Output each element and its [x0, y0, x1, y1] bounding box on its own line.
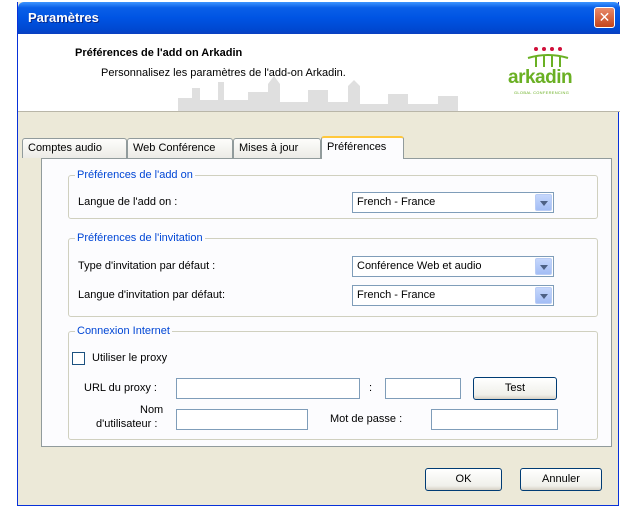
- chevron-down-icon[interactable]: [535, 287, 552, 304]
- username-input[interactable]: [176, 409, 308, 430]
- settings-dialog: Paramètres ✕ Préférences de l'add on Ark…: [17, 2, 620, 506]
- cancel-button-label: Annuler: [542, 473, 580, 485]
- proxy-port-input[interactable]: [385, 378, 461, 399]
- ok-button[interactable]: OK: [425, 468, 502, 491]
- tab-label: Web Conférence: [133, 142, 216, 154]
- title-bar[interactable]: Paramètres ✕: [18, 2, 620, 34]
- close-icon: ✕: [598, 9, 611, 25]
- username-label-line2: d'utilisateur :: [96, 418, 158, 430]
- test-button-label: Test: [504, 382, 526, 394]
- tab-label: Comptes audio: [28, 142, 102, 154]
- tab-comptes-audio[interactable]: Comptes audio: [22, 138, 127, 158]
- tab-label: Préférences: [327, 141, 387, 153]
- invitation-type-select[interactable]: Conférence Web et audio: [352, 256, 554, 277]
- addon-language-label: Langue de l'add on :: [78, 196, 178, 208]
- tab-web-conference[interactable]: Web Conférence: [127, 138, 233, 158]
- invitation-type-value: Conférence Web et audio: [357, 260, 482, 272]
- password-input[interactable]: [431, 409, 558, 430]
- chevron-down-icon[interactable]: [535, 194, 552, 211]
- logo-tagline: GLOBAL CONFERENCING: [514, 90, 570, 95]
- invitation-type-label: Type d'invitation par défaut :: [78, 260, 216, 272]
- proxy-url-input[interactable]: [176, 378, 360, 399]
- addon-language-value: French - France: [357, 196, 436, 208]
- tab-label: Mises à jour: [239, 142, 299, 154]
- ok-button-label: OK: [455, 473, 472, 485]
- port-separator: :: [369, 382, 373, 394]
- tab-mises-a-jour[interactable]: Mises à jour: [233, 138, 321, 158]
- use-proxy-label: Utiliser le proxy: [92, 352, 168, 364]
- password-label: Mot de passe :: [330, 413, 403, 425]
- proxy-url-label: URL du proxy :: [84, 382, 157, 394]
- header-subtitle: Personnalisez les paramètres de l'add-on…: [101, 67, 346, 79]
- invitation-language-label: Langue d'invitation par défaut:: [78, 289, 226, 301]
- test-button[interactable]: Test: [473, 377, 557, 400]
- addon-language-select[interactable]: French - France: [352, 192, 554, 213]
- addon-preferences-legend: Préférences de l'add on: [77, 169, 193, 181]
- arkadin-logo: arkadin GLOBAL CONFERENCING: [494, 46, 604, 104]
- invitation-language-select[interactable]: French - France: [352, 285, 554, 306]
- use-proxy-checkbox[interactable]: [72, 352, 85, 365]
- window-title: Paramètres: [28, 10, 99, 25]
- chevron-down-icon[interactable]: [535, 258, 552, 275]
- close-button[interactable]: ✕: [594, 7, 615, 28]
- preferences-panel: Préférences de l'add on Langue de l'add …: [41, 158, 612, 447]
- username-label-line1: Nom: [140, 404, 164, 416]
- cancel-button[interactable]: Annuler: [520, 468, 602, 491]
- tab-preferences[interactable]: Préférences: [321, 136, 404, 159]
- logo-text: arkadin: [508, 67, 573, 88]
- header-banner: Préférences de l'add on Arkadin Personna…: [18, 34, 620, 112]
- skyline-watermark-icon: [178, 76, 458, 111]
- internet-connection-legend: Connexion Internet: [77, 325, 170, 337]
- invitation-language-value: French - France: [357, 289, 436, 301]
- invitation-preferences-legend: Préférences de l'invitation: [77, 232, 203, 244]
- header-title: Préférences de l'add on Arkadin: [75, 47, 243, 59]
